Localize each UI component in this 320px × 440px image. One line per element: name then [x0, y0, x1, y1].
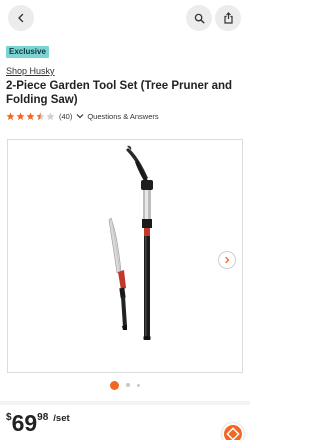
- home-depot-logo-icon: [226, 427, 240, 440]
- star-rating[interactable]: [6, 112, 55, 121]
- price-cents: 98: [37, 412, 49, 423]
- chevron-right-icon: [225, 256, 230, 264]
- search-button[interactable]: [186, 5, 212, 31]
- back-button[interactable]: [8, 5, 34, 31]
- folding-saw-image: [108, 217, 127, 330]
- gallery-pagination: [0, 380, 250, 390]
- price: $ 69 98 /set: [6, 410, 70, 436]
- star-empty-icon: [46, 112, 55, 120]
- pagination-dot[interactable]: [126, 383, 130, 387]
- price-unit: /set: [53, 413, 70, 424]
- next-image-button[interactable]: [218, 251, 236, 269]
- product-image-gallery[interactable]: [7, 139, 243, 373]
- product-image: [108, 145, 153, 340]
- top-bar: [0, 0, 250, 38]
- star-full-icon: [26, 112, 35, 120]
- exclusive-badge: Exclusive: [6, 46, 49, 58]
- chevron-down-icon[interactable]: [76, 113, 84, 119]
- search-icon: [194, 13, 204, 23]
- review-count[interactable]: (40): [59, 112, 72, 121]
- rating-row: (40) Questions & Answers: [6, 110, 159, 122]
- section-divider: [0, 401, 250, 405]
- star-full-icon: [16, 112, 25, 120]
- product-title: 2-Piece Garden Tool Set (Tree Pruner and…: [6, 80, 233, 106]
- star-full-icon: [6, 112, 15, 120]
- share-icon: [223, 12, 233, 24]
- tree-pruner-image: [126, 145, 153, 340]
- pagination-dot[interactable]: [137, 383, 140, 387]
- brand-link[interactable]: Shop Husky: [6, 66, 55, 76]
- pagination-dot-active[interactable]: [110, 380, 119, 390]
- questions-answers-link[interactable]: Questions & Answers: [87, 112, 158, 121]
- price-dollars: 69: [11, 410, 38, 436]
- help-button[interactable]: [222, 423, 244, 440]
- share-button[interactable]: [215, 5, 241, 31]
- chevron-left-icon: [18, 13, 24, 23]
- star-half-icon: [36, 112, 45, 120]
